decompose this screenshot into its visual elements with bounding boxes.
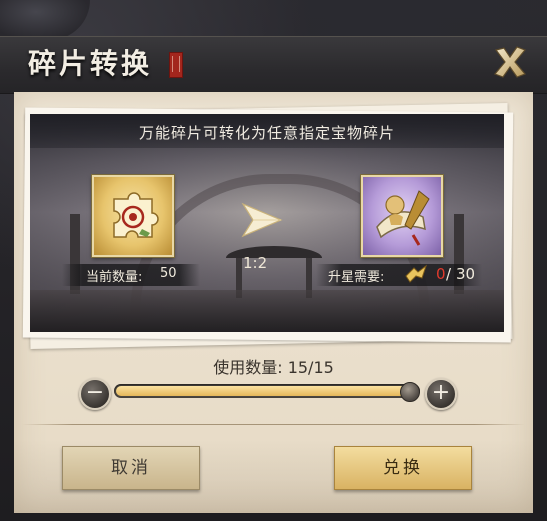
current-quantity-label: 当前数量: xyxy=(86,270,143,285)
usage-amount-label: 使用数量: xyxy=(213,358,283,377)
convert-arrow-icon xyxy=(241,202,283,238)
count-separator: / xyxy=(446,265,452,283)
plus-icon: + xyxy=(431,380,451,405)
dialog-title: 碎片转换 xyxy=(28,47,153,80)
close-x-icon xyxy=(493,46,527,78)
increase-button[interactable]: + xyxy=(425,378,457,410)
required-fragment-count: 30 xyxy=(456,265,476,283)
owned-fragment-count: 0 xyxy=(436,265,446,283)
exchange-button[interactable]: 兑换 xyxy=(334,446,472,490)
universal-fragment-icon xyxy=(113,192,159,238)
treasure-scroll-icon xyxy=(376,190,430,246)
conversion-ratio: 1:2 xyxy=(243,254,268,272)
seal-stamp-icon xyxy=(169,52,183,78)
divider xyxy=(22,424,525,425)
close-button[interactable] xyxy=(488,40,532,84)
usage-slider-handle[interactable] xyxy=(400,382,420,402)
target-treasure-card[interactable] xyxy=(361,175,443,257)
current-quantity-value: 50 xyxy=(160,266,177,281)
usage-amount-row: 使用数量: 15/15 xyxy=(0,354,547,378)
conversion-description: 万能碎片可转化为任意指定宝物碎片 xyxy=(138,124,395,142)
cancel-button[interactable]: 取消 xyxy=(62,446,200,490)
usage-slider-fill xyxy=(116,386,418,396)
usage-amount-value: 15/15 xyxy=(287,358,334,377)
source-fragment-card[interactable] xyxy=(92,175,174,257)
star-fragment-icon xyxy=(405,264,427,283)
decrease-button[interactable]: − xyxy=(79,378,111,410)
star-requirement-label: 升星需要: xyxy=(328,270,385,285)
minus-icon: − xyxy=(85,380,105,405)
fragment-convert-dialog: 碎片转换 万能碎片可转化为任意指定宝物碎片 当前数量: 50 1:2 升星需要:… xyxy=(0,0,547,521)
temple-floor xyxy=(30,290,504,332)
